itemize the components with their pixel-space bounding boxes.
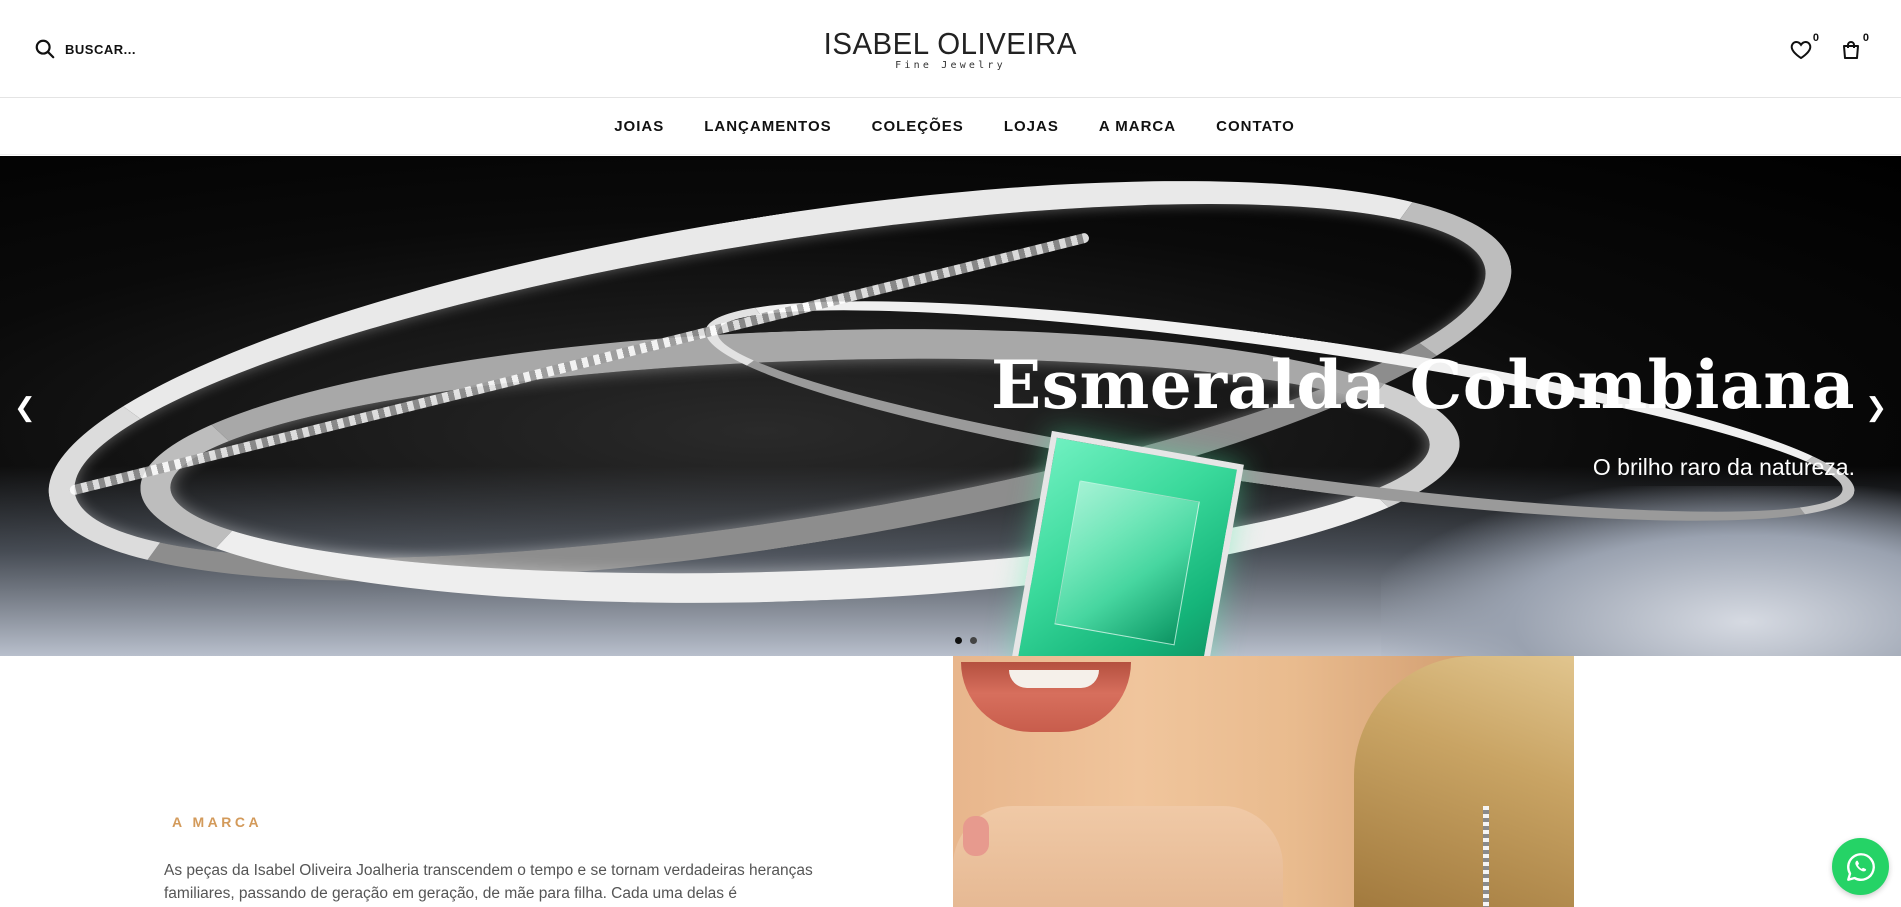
- portrait-teeth: [1009, 670, 1099, 688]
- portrait-hand: [953, 806, 1283, 907]
- nav-item-contato[interactable]: CONTATO: [1216, 118, 1295, 135]
- heart-icon: [1790, 40, 1812, 60]
- whatsapp-button[interactable]: [1832, 838, 1889, 895]
- slider-dots: [955, 637, 977, 644]
- nav-item-joias[interactable]: JOIAS: [614, 118, 664, 135]
- cart-count: 0: [1862, 32, 1869, 44]
- chevron-left-icon[interactable]: ❮: [14, 392, 36, 423]
- chevron-right-icon[interactable]: ❯: [1865, 392, 1887, 423]
- portrait-hair: [1354, 656, 1574, 907]
- nav-item-lojas[interactable]: LOJAS: [1004, 118, 1059, 135]
- slider-dot-1[interactable]: [955, 637, 962, 644]
- wishlist-count: 0: [1812, 32, 1819, 44]
- necklace-chain: [1483, 806, 1489, 907]
- emerald-stone-image: [1011, 430, 1244, 656]
- header-icons: 0 0: [1789, 32, 1869, 62]
- logo[interactable]: ISABEL OLIVEIRA Fine Jewelry: [0, 26, 1901, 71]
- model-portrait-image: [953, 656, 1574, 907]
- brand-description: As peças da Isabel Oliveira Joalheria tr…: [164, 862, 813, 902]
- cart-button[interactable]: 0: [1839, 32, 1869, 62]
- hero-subtitle: O brilho raro da natureza.: [1592, 454, 1855, 480]
- wishlist-button[interactable]: 0: [1789, 32, 1819, 62]
- emerald-facet: [1054, 480, 1200, 646]
- nav-item-a-marca[interactable]: A MARCA: [1099, 118, 1176, 135]
- nav-item-lancamentos[interactable]: LANÇAMENTOS: [704, 118, 831, 135]
- portrait-lips: [961, 662, 1131, 732]
- hero-title: Esmeralda Colombiana: [990, 346, 1855, 424]
- portrait-nail: [963, 816, 989, 856]
- logo-name: ISABEL OLIVEIRA: [823, 26, 1078, 61]
- site-header: BUSCAR... ISABEL OLIVEIRA Fine Jewelry 0…: [0, 0, 1901, 98]
- brand-eyebrow: A MARCA: [172, 814, 263, 830]
- shopping-bag-icon: [1843, 41, 1859, 59]
- main-nav: JOIAS LANÇAMENTOS COLEÇÕES LOJAS A MARCA…: [0, 99, 1901, 155]
- whatsapp-icon: [1846, 852, 1875, 881]
- hero-slider[interactable]: Esmeralda Colombiana O brilho raro da na…: [0, 156, 1901, 656]
- nav-item-colecoes[interactable]: COLEÇÕES: [872, 118, 964, 135]
- slider-dot-2[interactable]: [970, 637, 977, 644]
